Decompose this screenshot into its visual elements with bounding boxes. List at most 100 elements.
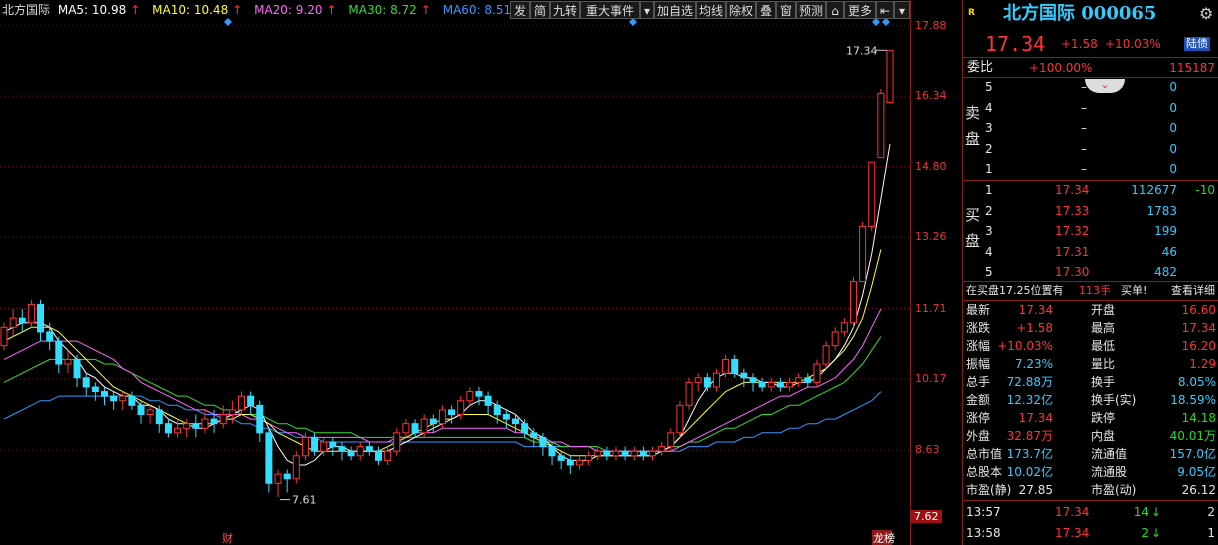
level-volume: 0 [1169,121,1177,135]
buy-level-row[interactable]: 5 17.30 482 [963,262,1218,282]
candle-body [356,446,364,457]
toolbar-forecast-button[interactable]: 预测 [796,1,826,19]
candle-body [475,391,483,397]
notice-detail-link[interactable]: 查看详细 [1171,281,1215,301]
sell-level-row[interactable]: 2 – 0 [963,139,1218,159]
lugu-badge[interactable]: 陆债 [1184,37,1210,51]
candle-body [840,322,848,333]
ma10-label: MA10: 10.48 [152,3,229,17]
level-number: 5 [985,265,993,279]
sell-level-row[interactable]: 4 – 0 [963,98,1218,118]
toolbar-ma-button[interactable]: 均线 [696,1,726,19]
ma30-label: MA30: 8.72 [348,3,417,17]
stat-row[interactable]: 涨跌 +1.58 最高 17.34 [963,318,1218,338]
lock-icon[interactable]: ⌂ [826,1,844,19]
toolbar-window-button[interactable]: 窗 [776,1,796,19]
candle-body [457,400,465,415]
level-volume: 199 [1154,224,1177,238]
toolbar-jiuzhuan-button[interactable]: 九转 [550,1,580,19]
price-axis: 17.88 16.34 14.80 13.26 11.71 10.17 8.63 7.62 [910,0,963,545]
sell-level-row[interactable]: 5 – 0 [963,77,1218,97]
candle-body [320,441,328,452]
stat-label: 涨跌 [966,321,991,335]
dropdown-icon[interactable]: ▾ [640,1,654,19]
toolbar-overlay-button[interactable]: 叠 [756,1,776,19]
candle-body [55,340,63,365]
stat-label: 流通股 [1091,465,1128,479]
candle-body [639,450,647,457]
sell-level-row[interactable]: 3 – 0 [963,118,1218,138]
candle-body [228,409,236,415]
stat-row[interactable]: 振幅 7.23% 量比 1.29 [963,354,1218,374]
stat-row[interactable]: 总股本 10.02亿 流通股 9.05亿 [963,462,1218,482]
candle-body [786,381,794,388]
notice-text: 在买盘17.25位置有 [966,284,1064,297]
stat-label: 流通值 [1091,447,1128,461]
event-diamond-icon [224,18,232,26]
stat-row[interactable]: 外盘 32.87万 内盘 40.01万 [963,426,1218,446]
tick-row[interactable]: 13:57 17.34 14 ↓ 2 [963,502,1218,522]
tick-volume: 14 [1133,505,1149,519]
ma20-line [3,308,882,452]
event-long-label: 龙榜 [873,531,895,545]
candle-body [822,345,830,365]
candle-body [703,377,711,388]
candle-body [767,381,775,388]
level-number: 1 [985,162,993,176]
stat-row[interactable]: 总手 72.88万 换手 8.05% [963,372,1218,392]
candle-body [849,280,857,324]
tick-volume: 2 [1141,526,1149,540]
candle-body [603,450,611,457]
quote-panel: R 北方国际 000065 ⚙ 17.34 +1.58 +10.03% 陆债 委… [962,0,1218,545]
candle-body [658,446,666,452]
toolbar-major-events-button[interactable]: 重大事件 [580,1,640,19]
stat-value: 17.34 [1018,303,1053,317]
stat-row[interactable]: 最新 17.34 开盘 16.60 [963,300,1218,320]
toolbar-fa-button[interactable]: 发 [510,1,530,19]
menu-arrow-icon[interactable]: ▾ [894,1,910,19]
buy-level-row[interactable]: 4 17.31 46 [963,242,1218,262]
sell-level-row[interactable]: 1 – 0 [963,159,1218,179]
low-price-label: 7.61 [292,494,317,507]
stat-row[interactable]: 金额 12.32亿 换手(实) 18.59% [963,390,1218,410]
buy-level-row[interactable]: 2 17.33 1783 [963,201,1218,221]
stat-value: +1.58 [1016,321,1053,335]
level-price: – [1081,162,1087,176]
candle-body [712,372,720,388]
kline-chart[interactable]: 17.34 7.61 财龙榜 北方国际 MA5: 10.98 ↑ MA10: 10.4… [0,0,910,545]
candle-body [776,381,784,388]
candle-body [119,395,127,402]
buy-level-row[interactable]: 1 17.34 112677 -10 [963,180,1218,200]
tick-price: 17.34 [1055,505,1090,519]
stat-row[interactable]: 涨幅 +10.03% 最低 16.20 [963,336,1218,356]
weibi-label: 委比 [967,60,994,75]
candle-body [429,418,437,425]
level-number: 4 [985,244,993,259]
up-arrow-icon: ↑ [326,3,337,17]
order-notice[interactable]: 在买盘17.25位置有 113手 买单! 查看详细 [963,281,1218,301]
weibi-diff: 115187 [1169,61,1215,75]
candle-body [521,423,529,434]
stat-row[interactable]: 总市值 173.7亿 流通值 157.0亿 [963,444,1218,464]
back-icon[interactable]: ⇤ [876,1,894,19]
candle-body [512,418,520,425]
stat-row[interactable]: 市盈(静) 27.85 市盈(动) 26.12 [963,480,1218,500]
candle-body [192,423,200,429]
candle-body [365,446,373,452]
tick-row[interactable]: 13:58 17.34 2 ↓ 1 [963,523,1218,543]
toolbar-more-button[interactable]: 更多 [844,1,876,19]
stat-label: 涨停 [966,411,991,425]
stat-label: 换手(实) [1091,393,1137,407]
stat-row[interactable]: 涨停 17.34 跌停 14.18 [963,408,1218,428]
settings-gear-icon[interactable]: ⚙ [1199,3,1213,25]
toolbar-exright-button[interactable]: 除权 [726,1,756,19]
kline-svg: 17.34 7.61 财 龙榜 [0,18,910,545]
stat-value: 17.34 [1181,321,1216,335]
candle-body [274,473,282,484]
toolbar-jian-button[interactable]: 简 [530,1,550,19]
buy-level-row[interactable]: 3 17.32 199 [963,221,1218,241]
toolbar-add-watchlist-button[interactable]: 加自选 [654,1,696,19]
candle-body [539,436,547,448]
candle-body [311,436,319,452]
candle-body [27,303,35,324]
